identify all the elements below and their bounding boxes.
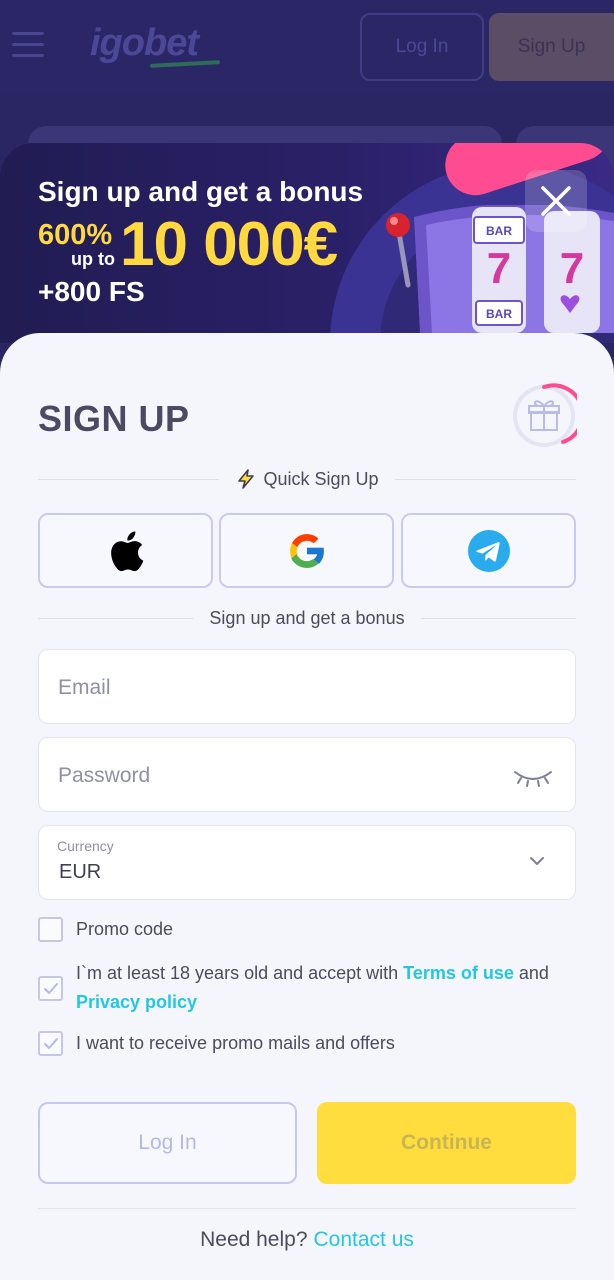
promo-code-row: Promo code <box>38 917 578 944</box>
page-title: SIGN UP <box>38 398 190 439</box>
checkmark-icon <box>43 982 58 994</box>
google-signin-button[interactable] <box>219 513 394 588</box>
terms-checkbox[interactable] <box>38 976 63 1001</box>
quick-signup-label: Quick Sign Up <box>263 468 379 489</box>
continue-button[interactable]: Continue <box>317 1102 576 1184</box>
email-field[interactable]: Email <box>38 649 576 724</box>
email-placeholder: Email <box>58 676 111 699</box>
close-icon <box>541 186 571 216</box>
help-text: Need help? <box>200 1228 308 1251</box>
apple-icon <box>110 530 143 571</box>
bottom-divider <box>38 1208 576 1209</box>
banner-title: Sign up and get a bonus <box>38 176 364 207</box>
apple-signin-button[interactable] <box>38 513 213 588</box>
signup-panel: SIGN UP Quick Sign Up Sign up and get a … <box>0 333 614 1280</box>
password-field[interactable]: Password <box>38 737 576 812</box>
quick-signup-divider: Quick Sign Up <box>38 468 576 490</box>
svg-text:BAR: BAR <box>486 224 512 238</box>
terms-of-use-link[interactable]: Terms of use <box>403 963 514 983</box>
promo-mails-label[interactable]: I want to receive promo mails and offers <box>76 1029 395 1058</box>
svg-text:7: 7 <box>560 244 584 293</box>
bonus-free-spins: +800 FS <box>38 276 145 307</box>
top-navigation-bar: igobet Log In Sign Up <box>0 0 614 94</box>
eye-closed-icon[interactable] <box>513 768 553 788</box>
header-signup-button[interactable]: Sign Up <box>489 13 614 81</box>
close-button[interactable] <box>525 170 587 232</box>
promo-mails-row: I want to receive promo mails and offers <box>38 1031 578 1058</box>
promo-mails-checkbox[interactable] <box>38 1031 63 1056</box>
terms-text-start: I`m at least 18 years old and accept wit… <box>76 963 404 983</box>
terms-text: I`m at least 18 years old and accept wit… <box>76 959 549 1017</box>
telegram-signin-button[interactable] <box>401 513 576 588</box>
svg-text:BAR: BAR <box>486 307 512 321</box>
bonus-divider-label: Sign up and get a bonus <box>209 608 405 628</box>
header-login-button[interactable]: Log In <box>360 13 484 81</box>
privacy-policy-link[interactable]: Privacy policy <box>76 992 197 1012</box>
terms-row: I`m at least 18 years old and accept wit… <box>38 959 578 1017</box>
password-placeholder: Password <box>58 764 151 787</box>
bonus-divider: Sign up and get a bonus <box>38 608 577 629</box>
bonus-percent: 600% <box>38 219 113 251</box>
svg-text:7: 7 <box>487 244 511 293</box>
menu-icon[interactable] <box>12 32 44 60</box>
bonus-up-to: up to <box>71 249 115 269</box>
currency-select[interactable]: Currency EUR <box>38 825 576 900</box>
igobet-logo[interactable]: igobet <box>90 22 199 65</box>
lightning-icon <box>238 469 255 489</box>
help-section: Need help? Contact us <box>0 1228 614 1252</box>
currency-value: EUR <box>59 861 102 883</box>
gift-progress[interactable] <box>511 383 585 449</box>
gift-icon <box>513 383 585 447</box>
telegram-icon <box>467 529 510 572</box>
google-icon <box>289 533 325 568</box>
currency-label: Currency <box>57 838 114 854</box>
login-button[interactable]: Log In <box>38 1102 297 1184</box>
promo-code-label[interactable]: Promo code <box>76 915 173 944</box>
terms-text-end: and <box>513 963 549 983</box>
promo-code-checkbox[interactable] <box>38 917 63 942</box>
contact-us-link[interactable]: Contact us <box>314 1228 414 1251</box>
bonus-amount: 10 000€ <box>120 210 338 279</box>
chevron-down-icon <box>530 857 544 865</box>
checkmark-icon <box>43 1037 58 1049</box>
